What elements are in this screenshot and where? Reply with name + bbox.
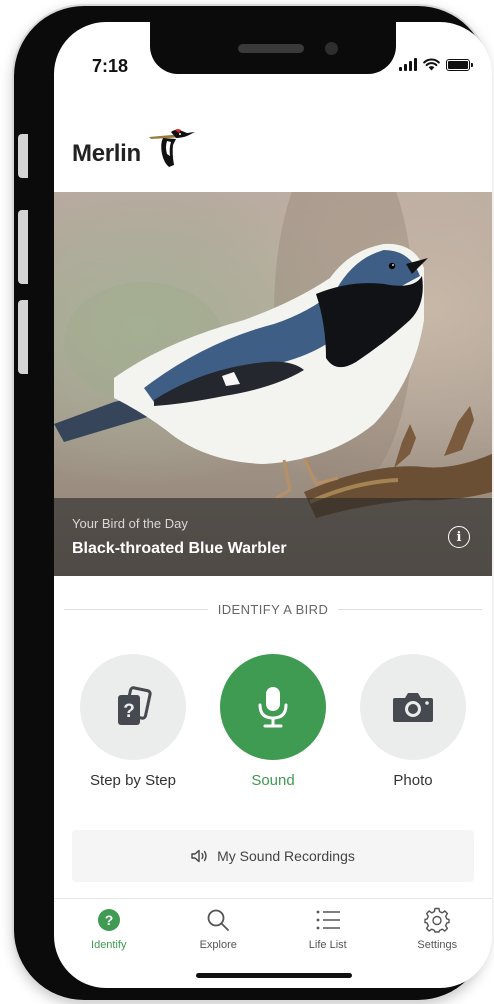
tab-settings[interactable]: Settings (383, 899, 493, 958)
bird-of-day-card[interactable]: Your Bird of the Day Black-throated Blue… (54, 192, 492, 576)
svg-text:?: ? (123, 701, 135, 722)
phone-frame: 7:18 Merlin Your Bird of the Day Black-t… (14, 6, 492, 1000)
mute-switch (18, 134, 28, 178)
tab-explore[interactable]: Explore (164, 899, 274, 958)
sound-label: Sound (251, 772, 295, 789)
app-screen: 7:18 Merlin Your Bird of the Day Black-t… (54, 22, 492, 988)
status-icons (399, 58, 473, 71)
question-cards-icon: ? (118, 686, 152, 725)
microphone-icon (258, 687, 288, 728)
status-time: 7:18 (92, 56, 129, 76)
identify-heading: IDENTIFY A BIRD (217, 601, 329, 617)
step-by-step-label: Step by Step (90, 772, 176, 789)
sound-circle[interactable] (220, 654, 326, 760)
speaker-icon (191, 849, 207, 863)
signal-icon (399, 58, 417, 71)
my-sound-recordings-button[interactable]: My Sound Recordings (72, 830, 474, 882)
svg-text:?: ? (104, 912, 113, 928)
woodpecker-logo-icon (148, 129, 195, 167)
notch (150, 22, 396, 74)
tab-life-list-label: Life List (308, 939, 347, 951)
photo-label: Photo (393, 772, 433, 789)
question-circle-icon: ? (97, 909, 120, 931)
tab-life-list[interactable]: Life List (273, 899, 383, 958)
merlin-logo: Merlin (72, 128, 197, 168)
tab-explore-label: Explore (199, 939, 237, 951)
list-icon (316, 910, 340, 930)
step-by-step-circle[interactable]: ? (80, 654, 186, 760)
wifi-icon (423, 58, 440, 71)
home-indicator[interactable] (196, 973, 352, 978)
bird-of-day-title: Black-throated Blue Warbler (72, 540, 287, 557)
search-icon (207, 909, 230, 931)
photo-circle[interactable] (360, 654, 466, 760)
bird-of-day-kicker: Your Bird of the Day (72, 516, 188, 531)
bird-of-day-caption-bar (54, 498, 492, 576)
identify-section-header: IDENTIFY A BIRD (64, 600, 483, 618)
tab-identify-label: Identify (91, 939, 127, 951)
tab-settings-label: Settings (417, 939, 458, 951)
logo-text: Merlin (72, 140, 141, 167)
bottom-tab-bar: ? Identify Explore Life List Settings (54, 898, 492, 958)
step-by-step-button[interactable]: ? Step by Step (80, 654, 186, 789)
photo-button[interactable]: Photo (360, 654, 466, 789)
gear-icon (424, 907, 450, 933)
volume-down-button (18, 300, 28, 374)
tab-identify[interactable]: ? Identify (54, 899, 164, 958)
info-icon[interactable]: i (448, 526, 470, 548)
sound-button[interactable]: Sound (220, 654, 326, 789)
my-sound-recordings-label: My Sound Recordings (217, 848, 355, 864)
camera-icon (393, 693, 433, 722)
volume-up-button (18, 210, 28, 284)
battery-icon (446, 58, 473, 71)
